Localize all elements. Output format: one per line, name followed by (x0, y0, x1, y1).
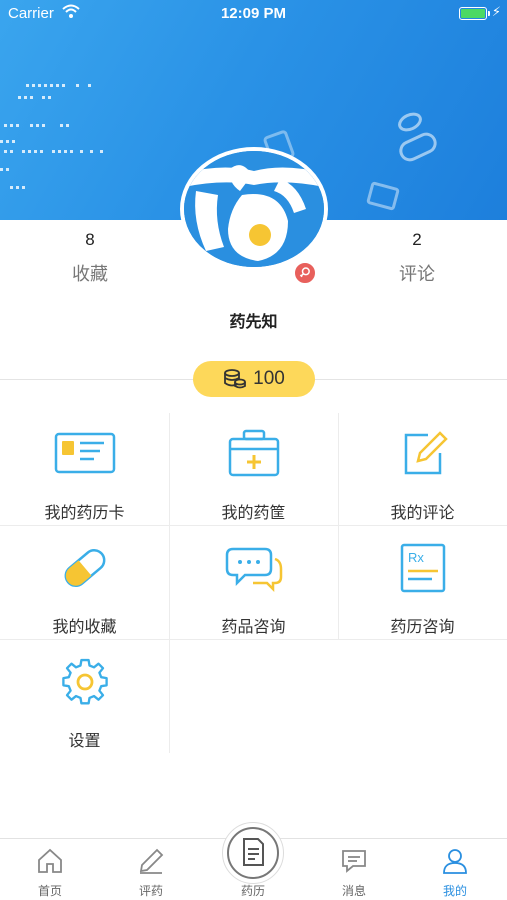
app-logo-icon (184, 151, 324, 267)
menu-item-drug-consult[interactable]: 药品咨询 (169, 527, 338, 639)
comments-count: 2 (412, 230, 422, 249)
id-card-icon (54, 432, 116, 474)
center-tab-ring (227, 827, 279, 879)
points-value: 100 (253, 368, 285, 389)
pencil-icon (139, 848, 164, 874)
decorative-card-icon (366, 181, 400, 211)
username: 药先知 (229, 314, 278, 331)
clock-label: 12:09 PM (220, 5, 287, 22)
person-icon (443, 849, 467, 874)
female-badge-icon (293, 261, 317, 285)
comments-label: 评论 (399, 264, 435, 284)
menu-item-settings[interactable]: 设置 (0, 641, 169, 753)
grid-divider (0, 525, 507, 526)
menu-item-label: 药品咨询 (221, 619, 286, 636)
tab-review[interactable]: 评药 (111, 839, 191, 900)
tab-label: 我的 (442, 884, 467, 898)
tab-label: 首页 (37, 884, 62, 898)
svg-text:Rx: Rx (408, 550, 424, 565)
tab-mine[interactable]: 我的 (415, 839, 495, 900)
favorites-stat[interactable]: 8 收藏 (30, 230, 150, 286)
tab-label: 评药 (138, 884, 163, 898)
chat-bubbles-icon (225, 547, 283, 593)
menu-item-history-consult[interactable]: Rx 药历咨询 (338, 527, 507, 639)
menu-item-my-comments[interactable]: 我的评论 (338, 413, 507, 525)
points-badge[interactable]: 100 (193, 361, 315, 397)
menu-item-medication-card[interactable]: 我的药历卡 (0, 413, 169, 525)
favorites-label: 收藏 (72, 264, 108, 284)
center-tab-button[interactable] (222, 822, 284, 884)
favorites-count: 8 (85, 230, 95, 249)
menu-item-label: 我的评论 (390, 505, 455, 522)
tab-messages[interactable]: 消息 (314, 839, 394, 900)
message-icon (342, 850, 366, 873)
decorative-pill-icon (398, 112, 437, 162)
menu-item-label: 我的收藏 (52, 619, 117, 636)
menu-item-medicine-box[interactable]: 我的药筐 (169, 413, 338, 525)
menu-item-label: 我的药历卡 (44, 505, 125, 522)
comments-stat[interactable]: 2 评论 (357, 230, 477, 286)
menu-item-label: 药历咨询 (390, 619, 455, 636)
coins-icon (224, 369, 247, 389)
pill-capsule-icon (64, 549, 106, 587)
tab-label: 消息 (341, 884, 366, 898)
gear-icon (62, 658, 108, 705)
tab-home[interactable]: 首页 (10, 839, 90, 900)
medicine-box-icon (228, 429, 280, 477)
document-icon (243, 838, 264, 866)
grid-divider (0, 639, 507, 640)
menu-item-my-favorites[interactable]: 我的收藏 (0, 527, 169, 639)
edit-note-icon (404, 431, 448, 475)
avatar[interactable] (180, 147, 328, 271)
prescription-icon: Rx (400, 543, 446, 593)
battery-icon (459, 7, 490, 20)
charging-icon: ⚡ (491, 4, 501, 19)
decorative-dots (0, 84, 103, 189)
tab-label: 药历 (240, 884, 265, 898)
menu-item-label: 设置 (68, 733, 101, 750)
home-icon (38, 848, 62, 873)
status-bar: Carrier 12:09 PM ⚡ (0, 0, 507, 28)
menu-item-label: 我的药筐 (221, 505, 286, 522)
avatar-image (180, 147, 328, 271)
